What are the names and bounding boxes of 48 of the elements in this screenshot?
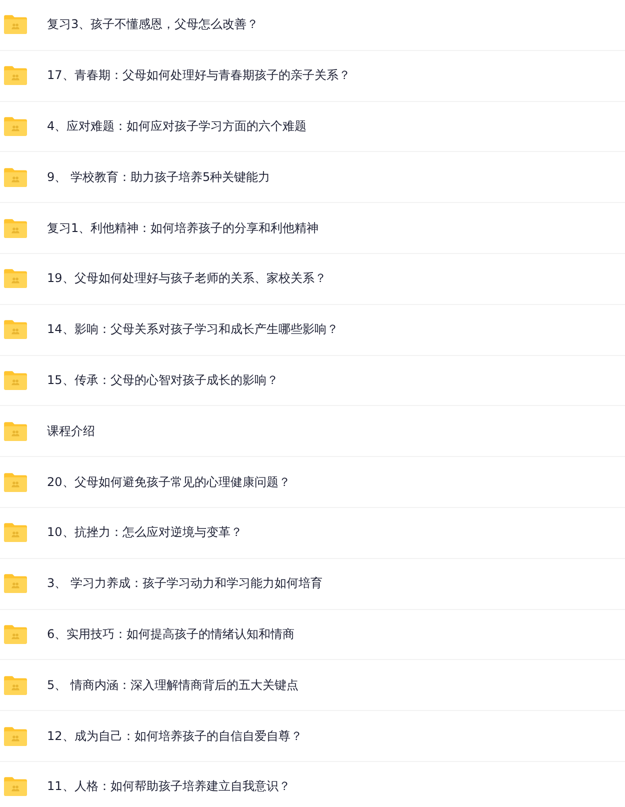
folder-icon — [3, 472, 28, 493]
folder-row[interactable]: 复习3、孩子不懂感恩，父母怎么改善？ — [0, 0, 625, 51]
folder-name: 17、青春期：父母如何处理好与青春期孩子的亲子关系？ — [47, 67, 350, 84]
folder-icon — [3, 573, 28, 594]
folder-name: 12、成为自己：如何培养孩子的自信自爱自尊？ — [47, 728, 302, 745]
folder-row[interactable]: 11、人格：如何帮助孩子培养建立自我意识？ — [0, 762, 625, 807]
folder-name: 复习3、孩子不懂感恩，父母怎么改善？ — [47, 16, 259, 34]
folder-row[interactable]: 14、影响：父母关系对孩子学习和成长产生哪些影响？ — [0, 304, 625, 356]
folder-name: 11、人格：如何帮助孩子培养建立自我意识？ — [47, 778, 290, 796]
folder-icon — [3, 218, 28, 239]
folder-name: 5、 情商内涵：深入理解情商背后的五大关键点 — [47, 676, 298, 694]
folder-icon — [3, 268, 28, 290]
folder-icon — [3, 522, 28, 544]
folder-icon — [3, 166, 28, 188]
folder-icon — [3, 14, 28, 36]
folder-name: 20、父母如何避免孩子常见的心理健康问题？ — [47, 474, 290, 491]
folder-name: 课程介绍 — [47, 422, 95, 440]
folder-row[interactable]: 17、青春期：父母如何处理好与青春期孩子的亲子关系？ — [0, 50, 625, 102]
folder-row[interactable]: 20、父母如何避免孩子常见的心理健康问题？ — [0, 457, 625, 508]
folder-row[interactable]: 6、实用技巧：如何提高孩子的情绪认知和情商 — [0, 610, 625, 660]
folder-name: 6、实用技巧：如何提高孩子的情绪认知和情商 — [47, 626, 295, 643]
folder-row[interactable]: 12、成为自己：如何培养孩子的自信自爱自尊？ — [0, 711, 625, 762]
folder-name: 3、 学习力养成：孩子学习动力和学习能力如何培育 — [47, 575, 322, 592]
folder-row[interactable]: 9、 学校教育：助力孩子培养5种关键能力 — [0, 152, 625, 204]
folder-row[interactable]: 15、传承：父母的心智对孩子成长的影响？ — [0, 356, 625, 406]
folder-name: 19、父母如何处理好与孩子老师的关系、家校关系？ — [47, 270, 326, 288]
folder-icon — [3, 65, 28, 86]
folder-row[interactable]: 3、 学习力养成：孩子学习动力和学习能力如何培育 — [0, 558, 625, 610]
folder-row[interactable]: 4、应对难题：如何应对孩子学习方面的六个难题 — [0, 102, 625, 152]
folder-name: 复习1、利他精神：如何培养孩子的分享和利他精神 — [47, 220, 319, 237]
folder-icon — [3, 370, 28, 391]
folder-name: 10、抗挫力：怎么应对逆境与变革？ — [47, 524, 242, 542]
folder-row[interactable]: 10、抗挫力：怎么应对逆境与变革？ — [0, 508, 625, 559]
folder-name: 15、传承：父母的心智对孩子成长的影响？ — [47, 372, 278, 389]
folder-name: 4、应对难题：如何应对孩子学习方面的六个难题 — [47, 118, 307, 135]
folder-icon — [3, 726, 28, 747]
folder-row[interactable]: 复习1、利他精神：如何培养孩子的分享和利他精神 — [0, 203, 625, 254]
folder-icon — [3, 776, 28, 798]
folder-name: 9、 学校教育：助力孩子培养5种关键能力 — [47, 168, 270, 186]
folder-row[interactable]: 19、父母如何处理好与孩子老师的关系、家校关系？ — [0, 254, 625, 305]
folder-icon — [3, 116, 28, 137]
folder-icon — [3, 319, 28, 340]
folder-row[interactable]: 课程介绍 — [0, 406, 625, 458]
folder-icon — [3, 674, 28, 696]
folder-name: 14、影响：父母关系对孩子学习和成长产生哪些影响？ — [47, 321, 338, 338]
folder-row[interactable]: 5、 情商内涵：深入理解情商背后的五大关键点 — [0, 660, 625, 712]
folder-icon — [3, 624, 28, 645]
folder-icon — [3, 420, 28, 442]
